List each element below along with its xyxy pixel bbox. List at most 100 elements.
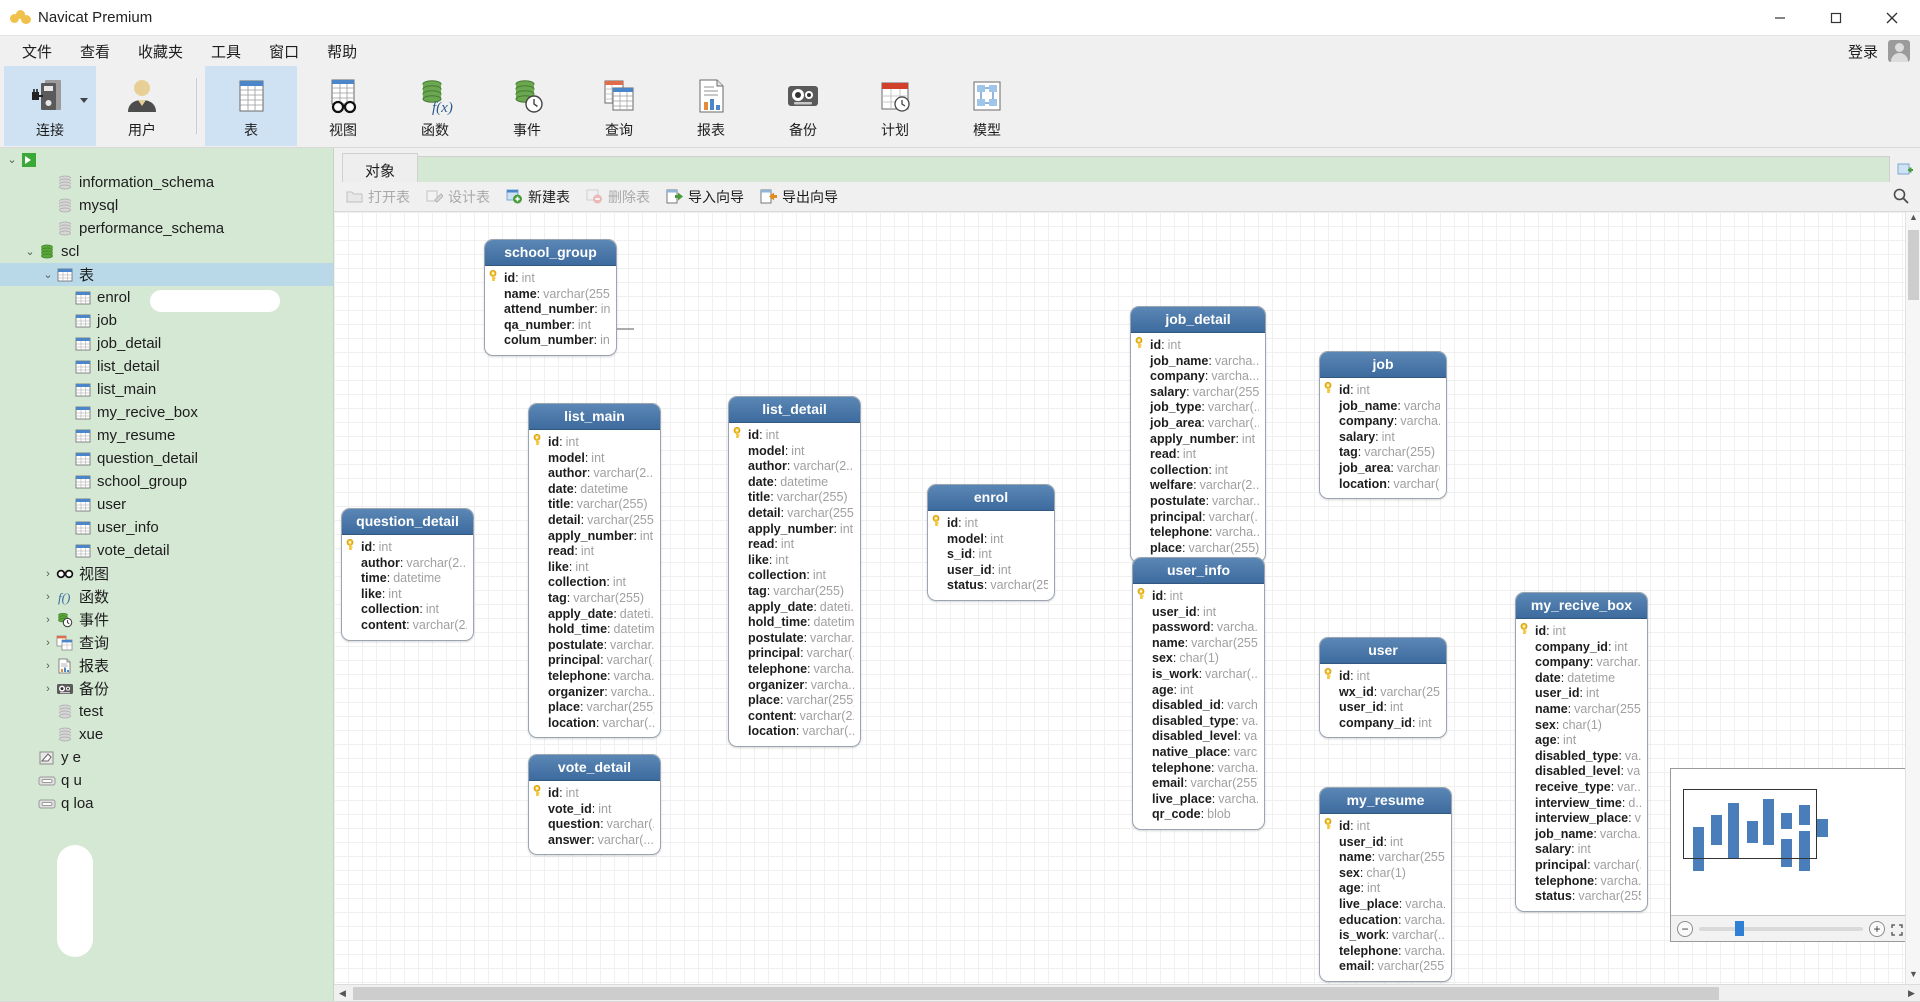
er-table-my_resume[interactable]: my_resume id: int user_id: int name: varchar(…	[1319, 787, 1452, 982]
sidebar-item---[interactable]: › f() 函数	[0, 585, 333, 608]
menu-view[interactable]: 查看	[66, 37, 124, 66]
sidebar-tree[interactable]: ⌄ information_schema mysql performance_s…	[0, 148, 334, 1001]
toolbar-report-button[interactable]: 报表	[665, 66, 757, 146]
menu-tools[interactable]: 工具	[197, 37, 255, 66]
scroll-up-arrow[interactable]: ▲	[1906, 212, 1920, 227]
toolbar-function-button[interactable]: f(x) 函数	[389, 66, 481, 146]
er-table-enrol[interactable]: enrol id: int model: int s_id: int user_id: int…	[927, 484, 1055, 601]
chevron-down-icon[interactable]	[80, 98, 88, 103]
er-diagram-canvas[interactable]: school_group id: int name: varchar(255) atte…	[334, 212, 1920, 984]
sidebar-item-question_detail[interactable]: question_detail	[0, 447, 333, 470]
sidebar-item-job_detail[interactable]: job_detail	[0, 332, 333, 355]
er-table-list_main[interactable]: list_main id: int model: int author: varchar(…	[528, 403, 661, 739]
er-table-my_recive_box[interactable]: my_recive_box id: int company_id: int compan…	[1515, 592, 1648, 912]
sidebar-item-test[interactable]: test	[0, 700, 333, 723]
menu-favorites[interactable]: 收藏夹	[124, 37, 197, 66]
sidebar-item-job[interactable]: job	[0, 309, 333, 332]
menu-window[interactable]: 窗口	[255, 37, 313, 66]
toolbar-backup-button[interactable]: 备份	[757, 66, 849, 146]
maximize-button[interactable]	[1808, 0, 1864, 36]
import-wizard-button[interactable]: 导入向导	[660, 185, 754, 209]
toolbar-user-button[interactable]: 用户	[96, 66, 188, 146]
scroll-right-arrow[interactable]: ▶	[1903, 988, 1920, 999]
sidebar-item-user[interactable]: user	[0, 493, 333, 516]
chevron-down-icon[interactable]: ⌄	[22, 245, 38, 258]
menu-file[interactable]: 文件	[8, 37, 66, 66]
chevron-right-icon[interactable]: ›	[40, 637, 56, 649]
er-table-vote_detail[interactable]: vote_detail id: int vote_id: int question: va…	[528, 754, 661, 856]
minimap-viewport[interactable]	[1683, 789, 1817, 859]
close-button[interactable]	[1864, 0, 1920, 36]
toolbar-model-button[interactable]: 模型	[941, 66, 1033, 146]
sidebar-item-list_main[interactable]: list_main	[0, 378, 333, 401]
horizontal-scroll-thumb[interactable]	[353, 986, 1719, 1000]
sidebar-item---[interactable]: › 视图	[0, 562, 333, 585]
sidebar-item-school_group[interactable]: school_group	[0, 470, 333, 493]
sidebar-item-mysql[interactable]: mysql	[0, 194, 333, 217]
minimize-button[interactable]	[1752, 0, 1808, 36]
chevron-right-icon[interactable]: ›	[40, 568, 56, 580]
horizontal-scrollbar[interactable]: ◀ ▶	[334, 984, 1920, 1001]
sidebar-item-my_recive_box[interactable]: my_recive_box	[0, 401, 333, 424]
sidebar-item-performance_schema[interactable]: performance_schema	[0, 217, 333, 240]
toolbar-table-button[interactable]: 表	[205, 66, 297, 146]
vertical-scrollbar[interactable]: ▲ ▼	[1905, 212, 1920, 984]
zoom-in-button[interactable]: +	[1869, 920, 1885, 937]
chevron-right-icon[interactable]: ›	[40, 683, 56, 695]
er-table-job_detail[interactable]: job_detail id: int job_name: varcha... compa…	[1130, 306, 1266, 564]
sidebar-item---[interactable]: › 事件	[0, 608, 333, 631]
er-table-list_detail[interactable]: list_detail id: int model: int author: varcha…	[728, 396, 861, 747]
open-table-button[interactable]: 打开表	[340, 185, 420, 209]
sidebar-item-q--loa[interactable]: q loa	[0, 792, 333, 815]
sidebar-item---[interactable]: › 备份	[0, 677, 333, 700]
menu-help[interactable]: 帮助	[313, 37, 371, 66]
toolbar-event-button[interactable]: 事件	[481, 66, 573, 146]
sidebar-item---[interactable]: › 报表	[0, 654, 333, 677]
er-table-question_detail[interactable]: question_detail id: int author: varchar(2..…	[341, 508, 474, 641]
chevron-down-icon[interactable]: ⌄	[4, 153, 20, 166]
chevron-right-icon[interactable]: ›	[40, 614, 56, 626]
sidebar-item-information_schema[interactable]: information_schema	[0, 171, 333, 194]
er-table-job[interactable]: job id:intjob_name:varcha...company:varc…	[1319, 351, 1447, 500]
design-table-button[interactable]: 设计表	[420, 185, 500, 209]
er-table-user[interactable]: user id:intwx_id:varchar(255)user_id:int…	[1319, 637, 1447, 739]
search-icon[interactable]	[1892, 187, 1910, 210]
zoom-slider[interactable]	[1699, 920, 1863, 936]
avatar[interactable]	[1888, 40, 1910, 62]
chevron-down-icon[interactable]: ⌄	[40, 268, 56, 281]
delete-table-button[interactable]: 删除表	[580, 185, 660, 209]
sidebar-item--[interactable]: ⌄ 表	[0, 263, 333, 286]
toolbar-schedule-button[interactable]: 计划	[849, 66, 941, 146]
column-type: varchar(255)	[1380, 684, 1440, 699]
export-wizard-button[interactable]: 导出向导	[754, 185, 848, 209]
expand-icon[interactable]	[1891, 923, 1903, 936]
er-table-school_group[interactable]: school_group id: int name: varchar(255) atte…	[484, 239, 617, 356]
diagram-minimap[interactable]: − +	[1670, 768, 1910, 942]
chevron-right-icon[interactable]: ›	[40, 660, 56, 672]
sidebar-item-xue[interactable]: xue	[0, 723, 333, 746]
sidebar-item-my_resume[interactable]: my_resume	[0, 424, 333, 447]
sidebar-item-connection[interactable]: ⌄	[0, 148, 333, 171]
sidebar-item-user_info[interactable]: user_info	[0, 516, 333, 539]
chevron-right-icon[interactable]: ›	[40, 591, 56, 603]
add-tab-button[interactable]	[1890, 156, 1920, 182]
sidebar-item-q---u[interactable]: q u	[0, 769, 333, 792]
sidebar-item-list_detail[interactable]: list_detail	[0, 355, 333, 378]
zoom-slider-thumb[interactable]	[1735, 920, 1745, 936]
sidebar-item-scl[interactable]: ⌄ scl	[0, 240, 333, 263]
toolbar-query-button[interactable]: 查询	[573, 66, 665, 146]
vertical-scroll-thumb[interactable]	[1908, 230, 1919, 300]
zoom-out-button[interactable]: −	[1677, 920, 1693, 937]
scroll-down-arrow[interactable]: ▼	[1906, 969, 1920, 984]
sidebar-item-vote_detail[interactable]: vote_detail	[0, 539, 333, 562]
scroll-left-arrow[interactable]: ◀	[334, 988, 351, 999]
er-table-user_info[interactable]: user_info id: int user_id: int password: varc…	[1132, 557, 1265, 830]
new-table-button[interactable]: 新建表	[500, 185, 580, 209]
horizontal-scroll-track[interactable]	[351, 986, 1903, 1000]
sidebar-item---[interactable]: › 查询	[0, 631, 333, 654]
tab-objects[interactable]: 对象	[342, 153, 419, 182]
toolbar-view-button[interactable]: 视图	[297, 66, 389, 146]
sidebar-item-y---e[interactable]: y e	[0, 746, 333, 769]
toolbar-connection-button[interactable]: 连接	[4, 66, 96, 146]
login-link[interactable]: 登录	[1848, 41, 1878, 62]
